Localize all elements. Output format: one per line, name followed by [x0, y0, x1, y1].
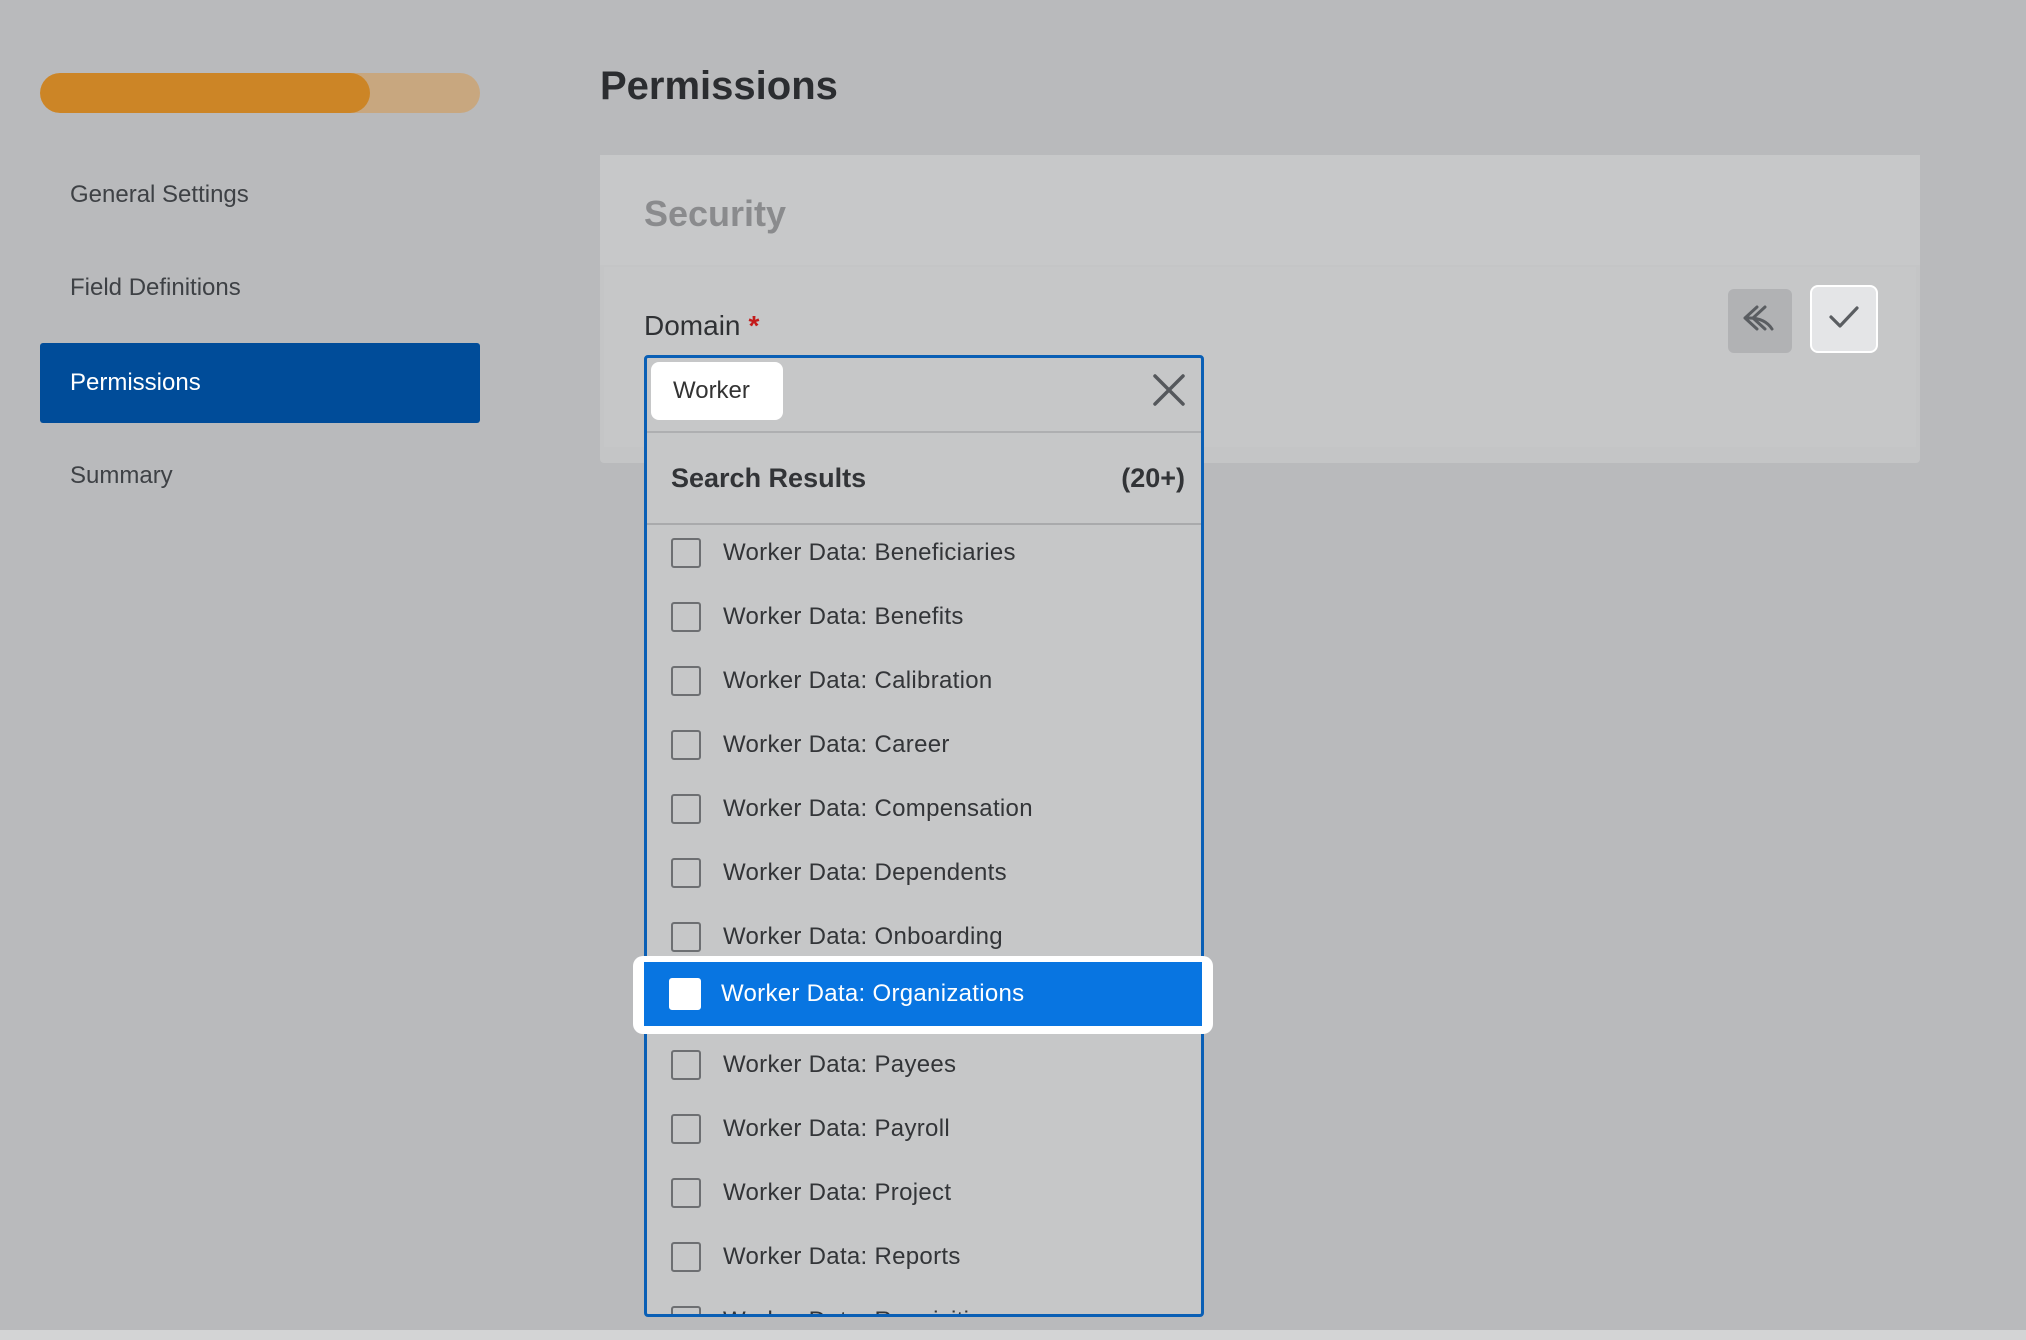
- search-results-count: (20+): [1121, 463, 1185, 493]
- list-item-label: Worker Data: Compensation: [723, 795, 1033, 822]
- progress-bar-fill: [40, 73, 370, 113]
- highlighted-row-outline: Worker Data: Organizations: [633, 956, 1213, 1034]
- undo-button[interactable]: [1728, 289, 1792, 353]
- checkbox[interactable]: [671, 602, 701, 632]
- list-item-label: Worker Data: Benefits: [723, 603, 964, 630]
- search-results-title: Search Results: [671, 463, 867, 493]
- list-item[interactable]: Worker Data: Career: [647, 717, 1201, 781]
- checkbox[interactable]: [671, 1050, 701, 1080]
- sidebar-item-field-definitions[interactable]: Field Definitions: [40, 248, 480, 328]
- search-results-list: Worker Data: Beneficiaries Worker Data: …: [647, 525, 1201, 1314]
- card-header: Security: [600, 155, 1920, 265]
- domain-dropdown: Search Results (20+) Worker Data: Benefi…: [644, 355, 1204, 1317]
- clear-search-button[interactable]: [1147, 370, 1191, 414]
- sidebar-item-label: General Settings: [70, 181, 249, 208]
- list-item[interactable]: Worker Data: Project: [647, 1165, 1201, 1229]
- checkbox[interactable]: [671, 730, 701, 760]
- list-item[interactable]: Worker Data: Payroll: [647, 1101, 1201, 1165]
- checkbox[interactable]: [671, 794, 701, 824]
- section-title: Security: [644, 193, 787, 234]
- undo-arrow-icon: [1741, 303, 1779, 340]
- list-item-label: Worker Data: Reports: [723, 1243, 961, 1270]
- list-item-label: Worker Data: Dependents: [723, 859, 1007, 886]
- list-item[interactable]: Worker Data: Reports: [647, 1229, 1201, 1293]
- checkbox[interactable]: [671, 1114, 701, 1144]
- list-item-label: Worker Data: Calibration: [723, 667, 993, 694]
- checkbox[interactable]: [671, 922, 701, 952]
- list-item-label: Worker Data: Payroll: [723, 1115, 950, 1142]
- sidebar-item-summary[interactable]: Summary: [40, 436, 480, 516]
- search-results-header: Search Results (20+): [647, 433, 1201, 525]
- search-row: [647, 358, 1201, 433]
- page-title: Permissions: [600, 64, 838, 108]
- list-item[interactable]: Worker Data: Benefits: [647, 589, 1201, 653]
- list-item-label: Worker Data: Onboarding: [723, 923, 1003, 950]
- sidebar-item-general-settings[interactable]: General Settings: [40, 155, 480, 235]
- checkbox[interactable]: [671, 1306, 701, 1314]
- search-input[interactable]: [651, 362, 783, 420]
- list-item-label: Worker Data: Project: [723, 1179, 952, 1206]
- save-button[interactable]: [1810, 285, 1878, 353]
- list-item[interactable]: Worker Data: Calibration: [647, 653, 1201, 717]
- field-label-text: Domain: [644, 310, 741, 341]
- sidebar-item-label: Summary: [70, 462, 173, 489]
- list-item-label: Worker Data: Payees: [723, 1051, 957, 1078]
- list-item[interactable]: Worker Data: Requisitions: [647, 1293, 1201, 1314]
- list-item[interactable]: Worker Data: Payees: [647, 1037, 1201, 1101]
- list-item[interactable]: Worker Data: Dependents: [647, 845, 1201, 909]
- required-asterisk: *: [748, 310, 760, 341]
- sidebar-item-label: Permissions: [70, 369, 201, 396]
- checkmark-icon: [1828, 304, 1860, 335]
- checkbox[interactable]: [671, 1242, 701, 1272]
- sidebar-item-permissions[interactable]: Permissions: [40, 343, 480, 423]
- sidebar-item-label: Field Definitions: [70, 274, 241, 301]
- list-item-label: Worker Data: Career: [723, 731, 950, 758]
- list-item[interactable]: Worker Data: Beneficiaries: [647, 525, 1201, 589]
- bottom-bar: [0, 1330, 2026, 1340]
- list-item-label: Worker Data: Requisitions: [723, 1307, 1009, 1314]
- list-item-label: Worker Data: Organizations: [721, 980, 1025, 1007]
- list-item-label: Worker Data: Beneficiaries: [723, 539, 1016, 566]
- checkbox[interactable]: [671, 858, 701, 888]
- list-item[interactable]: Worker Data: Compensation: [647, 781, 1201, 845]
- domain-field-label: Domain *: [644, 310, 759, 342]
- checkbox[interactable]: [669, 978, 701, 1010]
- list-item-highlighted[interactable]: Worker Data: Organizations: [644, 962, 1202, 1026]
- checkbox[interactable]: [671, 538, 701, 568]
- progress-bar: [40, 73, 480, 113]
- checkbox[interactable]: [671, 1178, 701, 1208]
- close-x-icon: [1152, 373, 1186, 412]
- checkbox[interactable]: [671, 666, 701, 696]
